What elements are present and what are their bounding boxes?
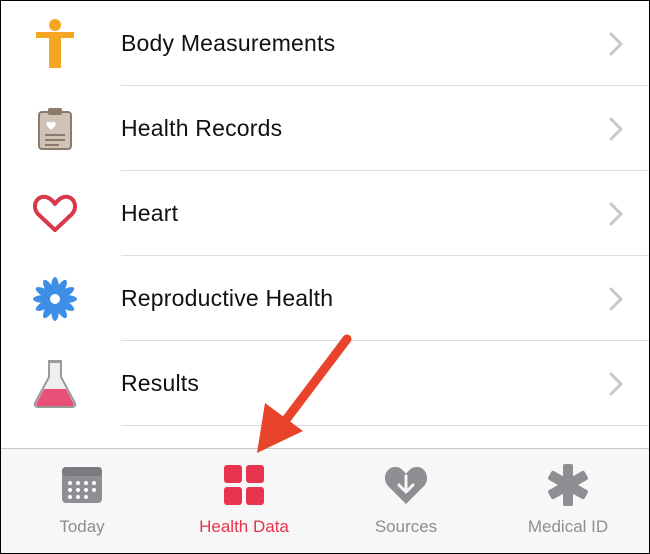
list-item-heart[interactable]: Heart	[1, 171, 649, 256]
list-item-label: Heart	[121, 200, 179, 226]
health-records-icon	[31, 105, 79, 153]
list-item-body-measurements[interactable]: Body Measurements	[1, 1, 649, 86]
list-item-label: Body Measurements	[121, 30, 336, 56]
tab-today[interactable]: Today	[1, 449, 163, 553]
list-item-label: Results	[121, 370, 200, 396]
health-data-list: Body Measurements Health Records Heart R…	[1, 1, 649, 426]
medical-id-asterisk-icon	[545, 463, 591, 507]
today-calendar-icon	[59, 463, 105, 507]
tab-medical-id[interactable]: Medical ID	[487, 449, 649, 553]
tab-label: Today	[59, 517, 105, 536]
list-item-label: Health Records	[121, 115, 283, 141]
tab-bar: Today Health Data Sources Medical ID	[1, 448, 649, 553]
list-item-label: Reproductive Health	[121, 285, 334, 311]
chevron-right-icon	[609, 372, 623, 395]
reproductive-health-icon	[31, 275, 79, 323]
chevron-right-icon	[609, 117, 623, 140]
list-item-results[interactable]: Results	[1, 341, 649, 426]
tab-sources[interactable]: Sources	[325, 449, 487, 553]
row-divider	[121, 425, 649, 426]
chevron-right-icon	[609, 32, 623, 55]
body-measurements-icon	[31, 18, 79, 68]
heart-icon	[31, 190, 79, 238]
tab-label: Medical ID	[527, 517, 609, 536]
app-window: Body Measurements Health Records Heart R…	[0, 0, 650, 554]
chevron-right-icon	[609, 202, 623, 225]
results-flask-icon	[31, 359, 79, 408]
tab-label: Sources	[374, 517, 438, 536]
sources-heart-download-icon	[383, 463, 429, 507]
list-item-health-records[interactable]: Health Records	[1, 86, 649, 171]
chevron-right-icon	[609, 287, 623, 310]
health-data-grid-icon	[221, 463, 267, 507]
tab-label: Health Data	[199, 517, 289, 536]
tab-health-data[interactable]: Health Data	[163, 449, 325, 553]
list-item-reproductive-health[interactable]: Reproductive Health	[1, 256, 649, 341]
